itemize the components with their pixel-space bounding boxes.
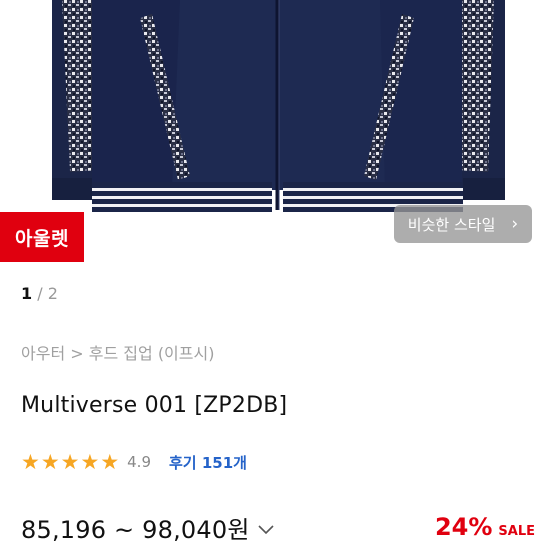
star-icon: ★ (21, 450, 40, 474)
star-icon: ★ (40, 450, 60, 474)
pager-current: 1 (21, 284, 33, 303)
discount-percent: 24% (434, 513, 493, 541)
sale-label: SALE (498, 524, 535, 539)
product-title: Multiverse 001 [ZP2DB] (21, 393, 288, 418)
image-pager: 1 / 2 (21, 284, 58, 303)
chevron-down-icon[interactable] (258, 519, 274, 540)
similar-style-label: 비슷한 스타일 (407, 215, 496, 234)
discount-badge: 24% SALE (435, 513, 535, 541)
star-icon: ★ (100, 450, 120, 474)
outlet-badge: 아울렛 (0, 212, 84, 262)
pager-separator: / (32, 284, 48, 303)
price-row: 85,196 ~ 98,040원 24% SALE (21, 507, 535, 547)
breadcrumb: 아우터 > 후드 집업 (이프시) (21, 340, 214, 364)
breadcrumb-subcategory[interactable]: 후드 집업 (이프시) (89, 344, 215, 363)
rating-score: 4.9 (127, 453, 151, 471)
chevron-right-icon: › (511, 214, 519, 234)
price-range: 85,196 ~ 98,040원 (21, 515, 250, 544)
similar-style-button[interactable]: 비슷한 스타일 › (394, 205, 532, 243)
breadcrumb-category[interactable]: 아우터 (21, 344, 65, 363)
star-icon: ★ (60, 450, 80, 474)
star-icon: ★ (80, 450, 100, 474)
rating-row: ★ ★ ★ ★ ★ 4.9 후기 151개 (21, 450, 247, 474)
pager-total: 2 (47, 284, 58, 303)
product-image-area[interactable]: 아울렛 비슷한 스타일 › (0, 0, 555, 268)
rating-stars: ★ ★ ★ ★ ★ (21, 450, 119, 474)
reviews-link[interactable]: 후기 151개 (169, 452, 247, 473)
breadcrumb-separator: > (70, 344, 84, 363)
